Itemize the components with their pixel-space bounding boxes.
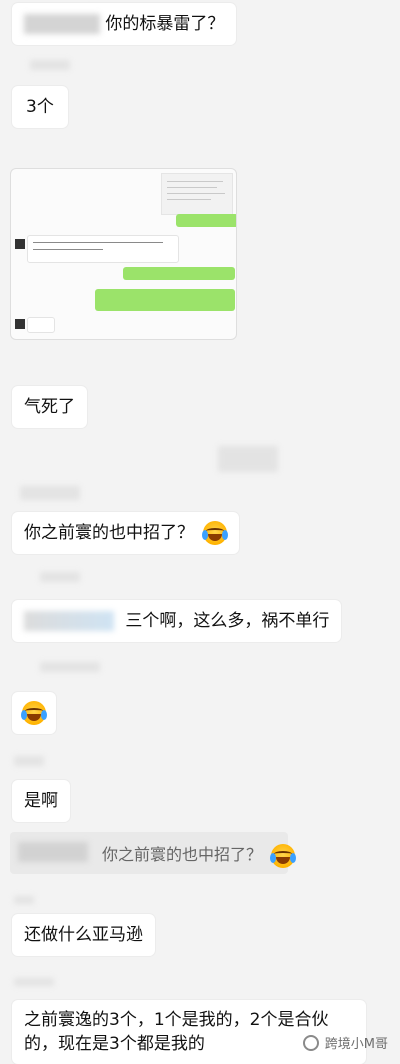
- screenshot-image[interactable]: [10, 168, 237, 340]
- blurred-timestamp: [14, 978, 54, 986]
- blurred-area: [218, 446, 278, 472]
- green-bubble: [95, 289, 235, 311]
- blurred-timestamp: [30, 60, 70, 70]
- blurred-timestamp: [14, 896, 34, 904]
- message-bubble[interactable]: 三个啊，这么多，祸不单行: [12, 600, 342, 642]
- crying-laughing-emoji-icon: [270, 843, 297, 868]
- message-text: 是啊: [24, 791, 58, 811]
- message-bubble[interactable]: 还做什么亚马逊: [12, 914, 155, 956]
- blurred-name: [24, 14, 100, 34]
- message-bubble[interactable]: 3个: [12, 86, 68, 128]
- crying-laughing-emoji-icon: [21, 701, 47, 725]
- blurred-name: [18, 842, 88, 862]
- blurred-area: [20, 486, 80, 500]
- green-bubble: [123, 267, 235, 280]
- blurred-timestamp: [14, 756, 44, 766]
- watermark: 跨境小M哥: [302, 1033, 388, 1052]
- white-bubble: [27, 317, 55, 333]
- message-bubble[interactable]: 是啊: [12, 780, 70, 822]
- quoted-message[interactable]: 你之前寰的也中招了？: [10, 832, 297, 874]
- wechat-logo-icon: [302, 1034, 319, 1051]
- blurred-timestamp: [40, 662, 100, 672]
- message-bubble[interactable]: [12, 692, 56, 734]
- blurred-name: [24, 611, 114, 631]
- message-text-line: 之前寰逸的3个，1个是我的，2个是合伙: [24, 1010, 329, 1030]
- message-bubble[interactable]: 你之前寰的也中招了？: [12, 512, 240, 554]
- message-text: 你的标暴雷了？: [105, 14, 225, 34]
- quoted-text: 你之前寰的也中招了？: [102, 845, 263, 864]
- crying-laughing-emoji-icon: [202, 521, 229, 545]
- avatar: [15, 319, 25, 329]
- green-bubble: [176, 214, 236, 227]
- message-text: 还做什么亚马逊: [24, 925, 143, 945]
- message-text: 三个啊，这么多，祸不单行: [125, 611, 330, 631]
- message-bubble[interactable]: 之前寰逸的3个，1个是我的，2个是合伙 的，现在是3个都是我的: [12, 1000, 366, 1064]
- message-bubble[interactable]: 你的标暴雷了？: [12, 3, 237, 45]
- blurred-timestamp: [40, 572, 80, 582]
- document-thumbnail: [161, 173, 233, 215]
- watermark-text: 跨境小M哥: [324, 1037, 388, 1052]
- message-text: 你之前寰的也中招了？: [24, 523, 194, 543]
- avatar: [15, 239, 25, 249]
- message-bubble[interactable]: 气死了: [12, 386, 87, 428]
- message-text: 3个: [26, 97, 54, 117]
- message-text: 气死了: [24, 397, 75, 417]
